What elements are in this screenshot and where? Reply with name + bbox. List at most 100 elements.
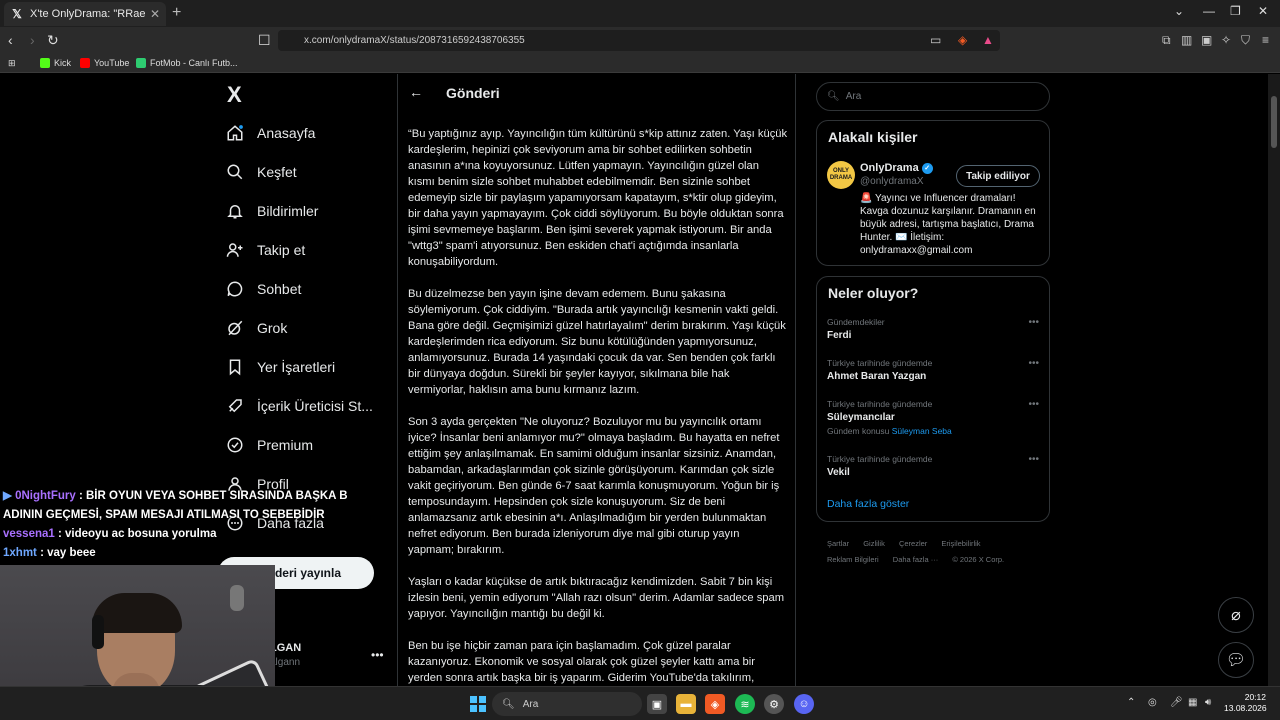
brave-shield-icon[interactable]: ◈ <box>958 33 967 47</box>
trend-sub-link[interactable]: Süleyman Seba <box>892 426 952 436</box>
tab-close-icon[interactable]: ✕ <box>150 7 160 21</box>
rocket-icon <box>226 397 244 415</box>
trend-menu-icon[interactable]: ••• <box>1028 399 1039 410</box>
footer-link[interactable]: Erişilebilirlik <box>941 539 980 548</box>
extensions-icon[interactable]: ⧉ <box>1162 33 1171 48</box>
nav-item-home[interactable]: Anasayfa <box>226 124 315 142</box>
search-input[interactable]: 🔍︎ Ara <box>816 82 1050 111</box>
new-tab-button[interactable]: + <box>172 4 181 22</box>
footer-link[interactable]: Gizlilik <box>863 539 885 548</box>
related-user-name[interactable]: OnlyDrama ✓ <box>860 162 933 174</box>
reload-icon[interactable]: ↻ <box>47 32 59 49</box>
tray-chevron-icon[interactable]: ⌃ <box>1127 697 1135 708</box>
chat-badge-icon: ▶ <box>3 490 12 502</box>
microphone-icon[interactable]: 🎤︎ <box>1170 697 1183 708</box>
trend-menu-icon[interactable]: ••• <box>1028 358 1039 369</box>
wallet-icon[interactable]: ▣ <box>1201 33 1212 47</box>
spotify-icon[interactable]: ≋ <box>735 694 755 714</box>
tray-app-icon[interactable]: ◎ <box>1148 697 1157 708</box>
tab-list-icon[interactable]: ⌄ <box>1174 4 1184 18</box>
chat-username: 1xhmt <box>3 547 37 559</box>
home-icon <box>226 124 244 142</box>
network-icon[interactable]: ▦ <box>1188 697 1197 708</box>
show-more-link[interactable]: Daha fazla göster <box>827 498 909 510</box>
close-window-icon[interactable]: ✕ <box>1258 4 1268 18</box>
trend-menu-icon[interactable]: ••• <box>1028 454 1039 465</box>
trend-item[interactable]: Türkiye tarihinde gündemde Vekil ••• <box>827 454 1039 478</box>
nav-item-explore[interactable]: Keşfet <box>226 163 297 181</box>
bookmark-youtube[interactable]: YouTube <box>80 58 129 68</box>
file-explorer-icon[interactable]: ▬ <box>676 694 696 714</box>
youtube-icon <box>80 58 90 68</box>
brave-rewards-icon[interactable]: ▲ <box>982 33 994 47</box>
trend-sub-label: Gündem konusu <box>827 426 890 436</box>
vpn-icon[interactable]: ⛉ <box>1241 33 1250 48</box>
task-view-icon[interactable]: ▣ <box>647 694 667 714</box>
apps-grid-icon[interactable]: ⊞ <box>8 58 16 69</box>
cast-icon[interactable]: ▭ <box>930 33 941 47</box>
address-bar-row: ‹ › ↻ ☐ x.com/onlydramaX/status/20873165… <box>0 27 1280 54</box>
forward-icon[interactable]: › <box>30 32 35 48</box>
search-icon: 🔍︎ <box>502 698 515 710</box>
headset-icon <box>92 615 104 649</box>
trend-menu-icon[interactable]: ••• <box>1028 317 1039 328</box>
verified-badge-icon: ✓ <box>921 162 933 174</box>
nav-label-follow: Takip et <box>257 242 306 258</box>
grok-fab-icon[interactable]: ⌀ <box>1218 597 1254 633</box>
x-logo-icon: 𝕏 <box>12 7 22 21</box>
leo-icon[interactable]: ✧ <box>1221 33 1231 47</box>
post-paragraph: Son 3 ayda gerçekten "Ne oluyoruz? Bozul… <box>408 416 780 556</box>
following-button[interactable]: Takip ediliyor <box>956 165 1040 187</box>
browser-tab[interactable]: 𝕏 X'te OnlyDrama: "RRaenee canlı ✕ <box>4 2 166 26</box>
nav-item-creator-studio[interactable]: İçerik Üreticisi St... <box>226 397 373 415</box>
trend-category: Türkiye tarihinde gündemde <box>827 358 933 368</box>
nav-item-grok[interactable]: Grok <box>226 319 287 337</box>
back-arrow-icon[interactable]: ← <box>409 84 423 100</box>
trend-item[interactable]: Türkiye tarihinde gündemde Süleymancılar… <box>827 399 1039 436</box>
taskbar-search[interactable]: 🔍︎ Ara <box>492 692 642 716</box>
sidebar-icon[interactable]: ▥ <box>1181 33 1192 47</box>
taskbar-clock[interactable]: 20:12 13.08.2026 <box>1224 692 1267 714</box>
brave-browser-icon[interactable]: ◈ <box>705 694 725 714</box>
trend-category: Türkiye tarihinde gündemde <box>827 399 933 409</box>
back-icon[interactable]: ‹ <box>8 32 13 48</box>
nav-item-chat[interactable]: Sohbet <box>226 280 301 298</box>
maximize-icon[interactable]: ❐ <box>1230 4 1241 18</box>
footer-link[interactable]: Reklam Bilgileri <box>827 555 879 564</box>
fotmob-icon <box>136 58 146 68</box>
trend-category: Gündemdekiler <box>827 317 885 327</box>
nav-item-notifications[interactable]: Bildirimler <box>226 202 318 220</box>
grok-icon <box>226 319 244 337</box>
nav-item-follow[interactable]: Takip et <box>226 241 305 259</box>
account-menu-icon[interactable]: ••• <box>371 648 384 662</box>
footer-link[interactable]: Şartlar <box>827 539 849 548</box>
scrollbar-thumb[interactable] <box>1271 96 1277 148</box>
footer-link[interactable]: Çerezler <box>899 539 927 548</box>
bookmark-fotmob[interactable]: FotMob - Canlı Futb... <box>136 58 238 68</box>
trend-name: Ahmet Baran Yazgan <box>827 371 927 382</box>
url-field[interactable]: x.com/onlydramaX/status/2087316592438706… <box>278 30 1000 51</box>
nav-label-premium: Premium <box>257 437 314 453</box>
trend-subtitle: Gündem konusu Süleyman Seba <box>827 426 1039 436</box>
footer-link[interactable]: Daha fazla ··· <box>893 555 938 564</box>
nav-item-premium[interactable]: Premium <box>226 436 313 454</box>
windows-start-icon[interactable] <box>468 694 488 714</box>
trend-item[interactable]: Gündemdekiler Ferdi ••• <box>827 317 1039 341</box>
page-scrollbar[interactable] <box>1268 74 1280 686</box>
bookmark-icon <box>226 358 244 376</box>
trend-item[interactable]: Türkiye tarihinde gündemde Ahmet Baran Y… <box>827 358 1039 382</box>
minimize-icon[interactable]: — <box>1203 4 1215 18</box>
clock-date: 13.08.2026 <box>1224 703 1267 713</box>
messages-fab-icon[interactable]: 💬︎ <box>1218 642 1254 678</box>
x-logo[interactable]: X <box>227 82 242 108</box>
avatar[interactable]: ONLY DRAMA <box>827 161 855 189</box>
menu-icon[interactable]: ≡ <box>1262 33 1269 47</box>
bookmark-page-icon[interactable]: ☐ <box>258 32 271 49</box>
nav-item-bookmarks[interactable]: Yer İşaretleri <box>226 358 335 376</box>
discord-icon[interactable]: ☺ <box>794 694 814 714</box>
nav-label-chat: Sohbet <box>257 281 302 297</box>
bookmark-kick[interactable]: Kick <box>40 58 71 68</box>
volume-icon[interactable]: 🔊︎ <box>1205 697 1211 708</box>
post-header: ← Gönderi <box>398 74 795 114</box>
steam-icon[interactable]: ⚙ <box>764 694 784 714</box>
